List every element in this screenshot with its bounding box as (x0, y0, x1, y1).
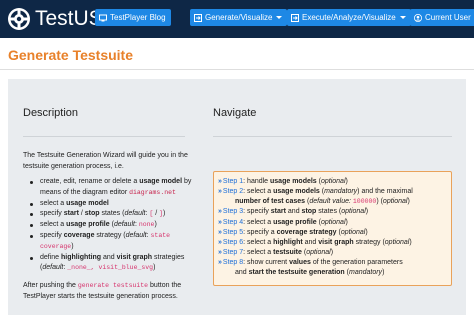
step-2-continued: number of test cases (default value: 100… (235, 198, 410, 205)
tv-icon (99, 14, 107, 21)
current-user-label: Current User (425, 13, 471, 22)
execute-analyze-visualize-label: Execute/Analyze/Visualize (302, 13, 396, 22)
code-generate-testsuite: generate testsuite (77, 282, 149, 289)
step-8-continued: and start the testsuite generation (mand… (235, 269, 385, 276)
list-item: specify coverage strategy (default: stat… (23, 231, 198, 253)
chevron-down-icon (399, 16, 406, 19)
list-item: create, edit, rename or delete a usage m… (23, 177, 198, 199)
execute-analyze-visualize-dropdown[interactable]: Execute/Analyze/Visualize (287, 9, 411, 26)
step-4[interactable]: » Step 4: select a usage profile (optiona… (218, 218, 348, 228)
description-after-text: After pushing the generate testsuite but… (23, 282, 182, 300)
navigate-heading: Navigate (213, 107, 257, 119)
double-chevron-right-icon: » (218, 259, 222, 266)
step-5[interactable]: » Step 5: specify a coverage strategy (op… (218, 228, 368, 238)
arrow-right-square-icon (194, 13, 202, 22)
description-intro: The Testsuite Generation Wizard will gui… (23, 152, 188, 170)
divider (213, 136, 452, 137)
code-diagrams-net: diagrams.net (129, 188, 176, 196)
chevron-down-icon (276, 16, 283, 19)
double-chevron-right-icon: » (218, 208, 222, 215)
brand[interactable]: TestUS (7, 6, 103, 32)
generate-visualize-dropdown[interactable]: Generate/Visualize (190, 9, 288, 26)
arrow-right-square-icon (291, 13, 299, 22)
double-chevron-right-icon: » (218, 249, 222, 256)
step-1[interactable]: » Step 1: handle usage models (optional) (218, 177, 348, 187)
top-navbar: TestUS TestPlayer Blog Generate/Visualiz… (0, 0, 474, 38)
double-chevron-right-icon: » (218, 239, 222, 246)
double-chevron-right-icon: » (218, 178, 222, 185)
list-item: define highlighting and visit graph stra… (23, 253, 198, 275)
step-2[interactable]: » Step 2: select a usage models (mandator… (218, 187, 413, 197)
divider (23, 136, 185, 137)
step-8[interactable]: » Step 8: show current values of the gene… (218, 258, 403, 268)
step-3[interactable]: » Step 3: specify start and stop states (… (218, 207, 368, 217)
page-title: Generate Testsuite (8, 47, 134, 63)
step-7[interactable]: » Step 7: select a testsuite (optional) (218, 248, 333, 258)
brand-name: TestUS (35, 7, 103, 30)
list-item: select a usage profile (default: none) (23, 220, 198, 231)
double-chevron-right-icon: » (218, 188, 222, 195)
description-heading: Description (23, 107, 79, 119)
list-item: specify start / stop states (default: [ … (23, 209, 198, 220)
blog-button-label: TestPlayer Blog (110, 13, 166, 22)
navigate-steps-box: » Step 1: handle usage models (optional) … (213, 171, 452, 286)
current-user-dropdown[interactable]: Current User (410, 9, 474, 26)
description-list: create, edit, rename or delete a usage m… (23, 177, 198, 274)
user-circle-icon (414, 13, 422, 22)
list-item: select a usage model (23, 199, 198, 210)
generate-visualize-label: Generate/Visualize (205, 13, 273, 22)
step-6[interactable]: » Step 6: select a highlight and visit gr… (218, 238, 412, 248)
double-chevron-right-icon: » (218, 219, 222, 226)
blog-button[interactable]: TestPlayer Blog (95, 9, 171, 26)
double-chevron-right-icon: » (218, 229, 222, 236)
divider (0, 69, 474, 70)
gear-logo-icon (8, 8, 30, 30)
